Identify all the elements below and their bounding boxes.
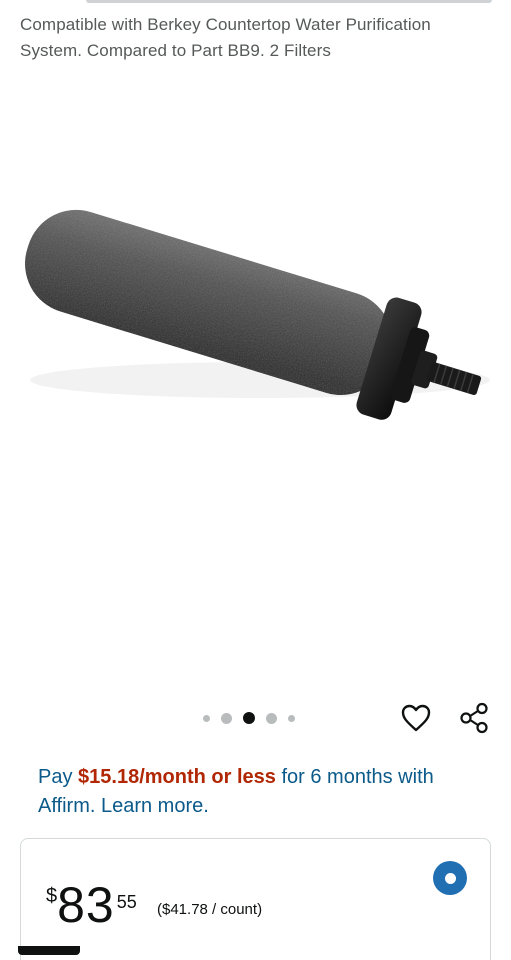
- gallery-dot-4[interactable]: [266, 712, 277, 724]
- top-bar: [86, 0, 492, 3]
- price: $ 83 55: [46, 879, 137, 931]
- price-option-card[interactable]: $ 83 55 ($41.78 / count): [20, 838, 491, 960]
- price-currency: $: [46, 885, 58, 907]
- gallery-pagination[interactable]: [203, 710, 295, 726]
- bottom-tab-indicator: [18, 946, 80, 955]
- affirm-monthly-amount: $15.18/month or less: [78, 766, 276, 788]
- wishlist-button[interactable]: [398, 700, 434, 736]
- affirm-prefix: Pay: [38, 766, 79, 788]
- filter-cartridge-image: [25, 209, 490, 420]
- gallery-dot-1[interactable]: [203, 714, 210, 722]
- price-per-unit: ($41.78 / count): [157, 901, 263, 918]
- share-button[interactable]: [456, 700, 492, 736]
- affirm-financing-text: Pay $15.18/month or less for 6 months wi…: [38, 763, 488, 821]
- price-option-radio[interactable]: [433, 861, 467, 895]
- product-image[interactable]: [0, 80, 511, 700]
- radio-selected-dot: [444, 872, 456, 884]
- product-title: Compatible with Berkey Countertop Water …: [20, 15, 431, 60]
- gallery-dot-3[interactable]: [243, 712, 255, 724]
- gallery-dot-5[interactable]: [288, 714, 295, 722]
- gallery-dot-2[interactable]: [221, 712, 232, 724]
- price-fraction: 55: [116, 892, 137, 912]
- share-icon: [460, 702, 488, 734]
- affirm-learn-more-link[interactable]: Learn more.: [101, 795, 209, 817]
- heart-icon: [401, 704, 431, 732]
- price-whole: 83: [57, 877, 115, 933]
